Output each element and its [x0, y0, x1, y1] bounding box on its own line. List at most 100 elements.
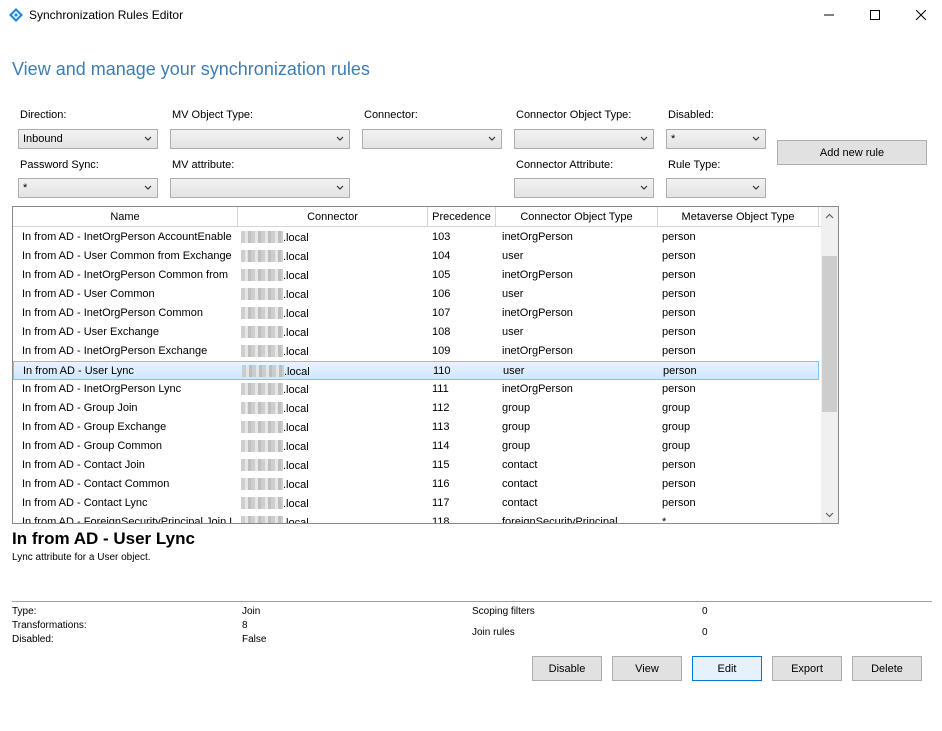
- column-header-connector-object-type[interactable]: Connector Object Type: [496, 207, 658, 227]
- cell-metaverse-object-type-text: person: [662, 288, 696, 300]
- cell-connector-object-type: user: [502, 326, 652, 338]
- vertical-scrollbar[interactable]: [821, 207, 838, 523]
- disabled-select[interactable]: *: [666, 129, 766, 149]
- close-button[interactable]: [898, 0, 942, 30]
- chevron-down-icon: [143, 133, 153, 145]
- connector-select[interactable]: [362, 129, 502, 149]
- cell-name: In from AD - User Lync: [23, 365, 233, 377]
- rules-grid[interactable]: Name Connector Precedence Connector Obje…: [12, 206, 839, 524]
- table-row[interactable]: In from AD - Contact Common .local 116 cont…: [13, 475, 819, 494]
- cell-precedence-text: 117: [432, 497, 450, 509]
- transformations-value: 8: [242, 620, 248, 631]
- scoping-filters-label: Scoping filters: [472, 606, 535, 617]
- disabled-detail-label: Disabled:: [12, 634, 54, 645]
- cell-precedence-text: 116: [432, 478, 450, 490]
- connector-object-type-select[interactable]: [514, 129, 654, 149]
- disable-button[interactable]: Disable: [532, 656, 602, 681]
- cell-connector: .local: [241, 250, 421, 263]
- export-button[interactable]: Export: [772, 656, 842, 681]
- cell-metaverse-object-type-text: person: [662, 269, 696, 281]
- edit-button[interactable]: Edit: [692, 656, 762, 681]
- view-button[interactable]: View: [612, 656, 682, 681]
- scoping-filters-value: 0: [702, 606, 708, 617]
- selected-rule-title: In from AD - User Lync: [12, 529, 195, 548]
- type-value: Join: [242, 606, 261, 617]
- cell-name-text: In from AD - User Exchange: [22, 326, 159, 338]
- cell-metaverse-object-type-text: person: [662, 345, 696, 357]
- table-row[interactable]: In from AD - ForeignSecurityPrincipal Jo…: [13, 513, 819, 524]
- table-row[interactable]: In from AD - InetOrgPerson Lync .local 111…: [13, 380, 819, 399]
- column-header-name[interactable]: Name: [13, 207, 238, 227]
- table-row[interactable]: In from AD - Group Exchange .local 113 grou…: [13, 418, 819, 437]
- table-row[interactable]: In from AD - Contact Lync .local 117 contac…: [13, 494, 819, 513]
- connector-attribute-select[interactable]: [514, 178, 654, 198]
- table-row[interactable]: In from AD - Group Common .local 114 group g…: [13, 437, 819, 456]
- cell-precedence: 117: [432, 497, 492, 509]
- cell-connector-object-type: contact: [502, 497, 652, 509]
- cell-name: In from AD - User Exchange: [22, 326, 232, 338]
- table-row[interactable]: In from AD - User Lync .local 110 user perso…: [13, 361, 819, 380]
- cell-metaverse-object-type: person: [662, 345, 812, 357]
- scroll-down-icon[interactable]: [821, 506, 838, 523]
- cell-precedence: 115: [432, 459, 492, 471]
- cell-connector-object-type-text: inetOrgPerson: [502, 345, 573, 357]
- cell-connector-object-type-text: user: [503, 365, 525, 377]
- cell-name: In from AD - Group Exchange: [22, 421, 232, 433]
- chevron-down-icon: [335, 182, 345, 194]
- minimize-button[interactable]: [806, 0, 852, 30]
- cell-metaverse-object-type: person: [662, 383, 812, 395]
- cell-name: In from AD - ForeignSecurityPrincipal Jo…: [22, 516, 232, 523]
- scroll-up-icon[interactable]: [821, 207, 838, 224]
- table-row[interactable]: In from AD - InetOrgPerson Common .local 1…: [13, 304, 819, 323]
- cell-connector-object-type-text: contact: [502, 459, 538, 471]
- maximize-button[interactable]: [852, 0, 898, 30]
- cell-connector-object-type-text: group: [502, 421, 531, 433]
- cell-metaverse-object-type-text: person: [662, 383, 696, 395]
- table-row[interactable]: In from AD - User Common from Exchange .l…: [13, 247, 819, 266]
- cell-connector-object-type: inetOrgPerson: [502, 307, 652, 319]
- cell-precedence-text: 115: [432, 459, 450, 471]
- redacted-domain: [241, 288, 283, 300]
- delete-button[interactable]: Delete: [852, 656, 922, 681]
- column-header-precedence[interactable]: Precedence: [428, 207, 496, 227]
- column-header-metaverse-object-type[interactable]: Metaverse Object Type: [658, 207, 819, 227]
- cell-metaverse-object-type-text: person: [662, 231, 696, 243]
- table-row[interactable]: In from AD - InetOrgPerson AccountEnable…: [13, 228, 819, 247]
- table-row[interactable]: In from AD - InetOrgPerson Common from E…: [13, 266, 819, 285]
- direction-select[interactable]: Inbound: [18, 129, 158, 149]
- cell-name-text: In from AD - InetOrgPerson AccountEnable…: [22, 231, 232, 243]
- window-title: Synchronization Rules Editor: [29, 8, 184, 22]
- cell-name: In from AD - Contact Join: [22, 459, 232, 471]
- page-heading: View and manage your synchronization rul…: [12, 59, 370, 79]
- mv-attribute-select[interactable]: [170, 178, 350, 198]
- chevron-down-icon: [751, 133, 761, 145]
- scrollbar-thumb[interactable]: [822, 256, 837, 412]
- table-row[interactable]: In from AD - InetOrgPerson Exchange .loca…: [13, 342, 819, 361]
- cell-connector: .local: [241, 497, 421, 510]
- cell-precedence: 111: [432, 383, 492, 395]
- table-row[interactable]: In from AD - User Exchange .local 108 user p…: [13, 323, 819, 342]
- cell-precedence-text: 105: [432, 269, 451, 281]
- cell-connector-text: .local: [283, 308, 309, 320]
- join-rules-label: Join rules: [472, 627, 515, 638]
- cell-metaverse-object-type: person: [662, 497, 812, 509]
- chevron-down-icon: [639, 182, 649, 194]
- password-sync-select[interactable]: *: [18, 178, 158, 198]
- mv-object-type-select[interactable]: [170, 129, 350, 149]
- table-row[interactable]: In from AD - Group Join .local 112 group gro…: [13, 399, 819, 418]
- divider: [12, 601, 932, 602]
- rule-type-select[interactable]: [666, 178, 766, 198]
- add-new-rule-button[interactable]: Add new rule: [777, 140, 927, 165]
- cell-metaverse-object-type: group: [662, 440, 812, 452]
- table-row[interactable]: In from AD - User Common .local 106 user per…: [13, 285, 819, 304]
- redacted-domain: [241, 421, 283, 433]
- cell-precedence: 112: [432, 402, 492, 414]
- redacted-domain: [241, 269, 283, 281]
- table-row[interactable]: In from AD - Contact Join .local 115 contac…: [13, 456, 819, 475]
- cell-precedence-text: 103: [432, 231, 451, 243]
- cell-metaverse-object-type: person: [662, 326, 812, 338]
- column-header-connector[interactable]: Connector: [238, 207, 428, 227]
- cell-connector-text: .local: [283, 517, 309, 524]
- redacted-domain: [241, 231, 283, 243]
- cell-connector-object-type: user: [502, 288, 652, 300]
